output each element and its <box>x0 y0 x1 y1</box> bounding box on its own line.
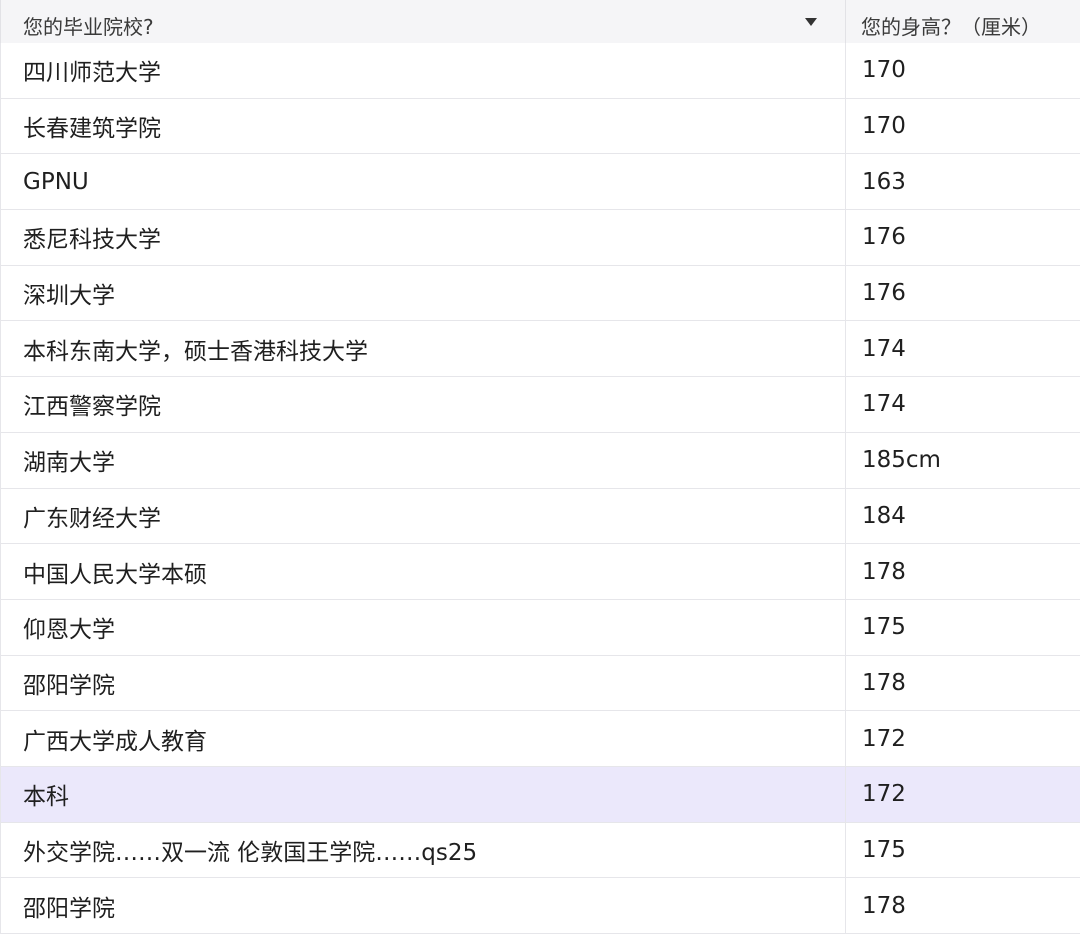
table-row[interactable]: 江西警察学院 174 <box>0 377 1080 433</box>
cell-height[interactable]: 174 <box>845 321 1080 377</box>
table-row[interactable]: 四川师范大学 170 <box>0 43 1080 99</box>
cell-height[interactable]: 170 <box>845 98 1080 154</box>
table-row[interactable]: 湖南大学 185cm <box>0 432 1080 489</box>
cell-height[interactable]: 185cm <box>845 432 1080 488</box>
cell-height[interactable]: 178 <box>845 655 1080 711</box>
cell-school[interactable]: GPNU <box>0 154 845 210</box>
survey-table: 您的毕业院校? 您的身高？（厘米） 四川师范大学 170 长春建筑学院 170 GPNU… <box>0 0 1080 936</box>
table-row[interactable]: 广西大学成人教育 172 <box>0 711 1080 767</box>
cell-height[interactable]: 163 <box>845 154 1080 210</box>
table-body: 四川师范大学 170 长春建筑学院 170 GPNU 163 悉尼科技大学 176 深圳大学 17… <box>0 43 1080 934</box>
table-row[interactable]: GPNU 163 <box>0 154 1080 211</box>
table-row[interactable]: 仰恩大学 175 <box>0 599 1080 656</box>
cell-school[interactable]: 湖南大学 <box>0 432 845 488</box>
cell-height[interactable]: 170 <box>845 43 1080 98</box>
cell-height[interactable]: 174 <box>845 377 1080 432</box>
cell-school[interactable]: 外交学院……双一流 伦敦国王学院……qs25 <box>0 822 845 878</box>
cell-height[interactable]: 172 <box>845 766 1080 822</box>
dropdown-triangle-icon[interactable] <box>805 18 817 26</box>
cell-height[interactable]: 178 <box>845 878 1080 933</box>
cell-height[interactable]: 178 <box>845 544 1080 599</box>
column-header-school-label: 您的毕业院校? <box>23 14 154 39</box>
cell-height[interactable]: 176 <box>845 210 1080 265</box>
table-row[interactable]: 外交学院……双一流 伦敦国王学院……qs25 175 <box>0 822 1080 879</box>
table-row[interactable]: 中国人民大学本硕 178 <box>0 544 1080 600</box>
cell-school[interactable]: 广东财经大学 <box>0 488 845 544</box>
cell-school[interactable]: 仰恩大学 <box>0 599 845 655</box>
table-row[interactable]: 深圳大学 176 <box>0 265 1080 322</box>
cell-school[interactable]: 邵阳学院 <box>0 655 845 711</box>
cell-school[interactable]: 中国人民大学本硕 <box>0 544 845 599</box>
cell-school[interactable]: 广西大学成人教育 <box>0 711 845 766</box>
cell-school[interactable]: 邵阳学院 <box>0 878 845 933</box>
cell-school[interactable]: 长春建筑学院 <box>0 98 845 154</box>
table-row[interactable]: 邵阳学院 178 <box>0 655 1080 712</box>
cell-height[interactable]: 175 <box>845 822 1080 878</box>
cell-school[interactable]: 江西警察学院 <box>0 377 845 432</box>
cell-school[interactable]: 深圳大学 <box>0 265 845 321</box>
column-header-height-label: 您的身高？（厘米） <box>861 14 1041 39</box>
table-row[interactable]: 本科东南大学，硕士香港科技大学 174 <box>0 321 1080 378</box>
cell-height[interactable]: 176 <box>845 265 1080 321</box>
cell-school[interactable]: 四川师范大学 <box>0 43 845 98</box>
table-row[interactable]: 广东财经大学 184 <box>0 488 1080 545</box>
cell-height[interactable]: 184 <box>845 488 1080 544</box>
table-row[interactable]: 本科 172 <box>0 766 1080 823</box>
table-row[interactable]: 邵阳学院 178 <box>0 878 1080 934</box>
cell-school[interactable]: 本科 <box>0 766 845 822</box>
cell-height[interactable]: 175 <box>845 599 1080 655</box>
cell-school[interactable]: 悉尼科技大学 <box>0 210 845 265</box>
table-row[interactable]: 悉尼科技大学 176 <box>0 210 1080 266</box>
cell-school[interactable]: 本科东南大学，硕士香港科技大学 <box>0 321 845 377</box>
table-row[interactable]: 长春建筑学院 170 <box>0 98 1080 155</box>
cell-height[interactable]: 172 <box>845 711 1080 766</box>
